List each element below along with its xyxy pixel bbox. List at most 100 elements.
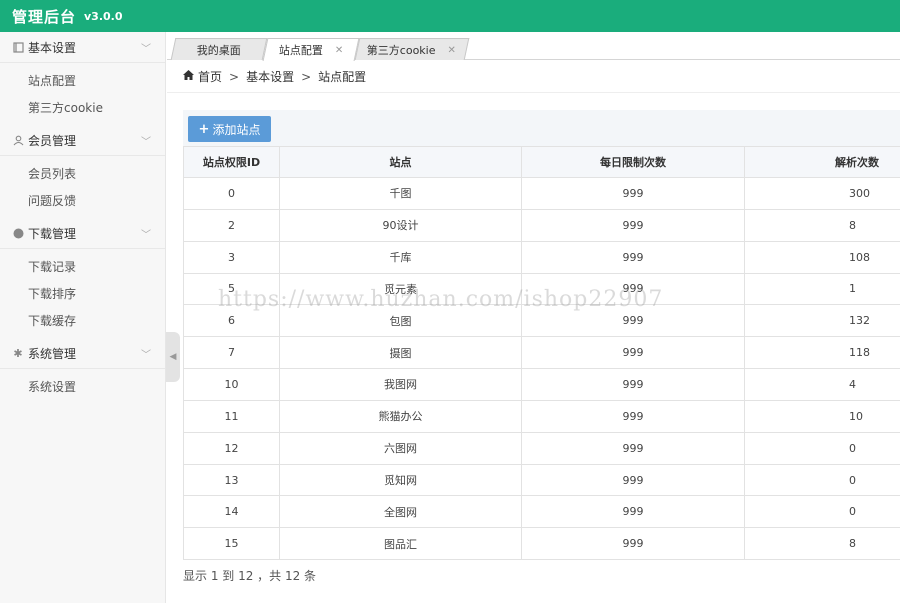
add-site-button[interactable]: + 添加站点 xyxy=(188,116,271,142)
cell-site-id: 0 xyxy=(183,177,280,210)
site-table: 站点权限ID 站点 每日限制次数 解析次数 0 千图 999 300 2 90设计 999 8… xyxy=(183,146,900,561)
table-row[interactable]: 5 觅元素 999 1 xyxy=(183,272,900,306)
table-row[interactable]: 13 觅知网 999 0 xyxy=(183,463,900,497)
cell-site-id: 13 xyxy=(183,463,280,497)
close-icon[interactable]: ✕ xyxy=(335,45,343,56)
cell-site-id: 2 xyxy=(183,208,280,242)
cell-site-name: 90设计 xyxy=(279,208,522,242)
cell-daily-limit: 999 xyxy=(521,463,745,497)
sidebar-group-basic-settings[interactable]: 基本设置 ﹀ xyxy=(0,32,165,63)
cell-parse-count: 0 xyxy=(744,463,900,497)
sidebar-item-member-list[interactable]: 会员列表 xyxy=(0,160,165,187)
user-icon xyxy=(12,134,24,146)
sidebar-group-system-management[interactable]: ✱ 系统管理 ﹀ xyxy=(0,338,165,369)
breadcrumb-separator: > xyxy=(301,69,312,84)
cell-daily-limit: 999 xyxy=(521,208,745,242)
chevron-left-icon: ◀ xyxy=(169,352,177,362)
cell-site-name: 千图 xyxy=(279,177,522,210)
sidebar-group-label: 会员管理 xyxy=(28,133,77,148)
cell-parse-count: 4 xyxy=(744,368,900,401)
cell-site-name: 包图 xyxy=(279,304,522,338)
column-header-site-id[interactable]: 站点权限ID xyxy=(183,146,280,178)
gear-icon: ✱ xyxy=(13,346,23,360)
table-row[interactable]: 10 我图网 999 4 xyxy=(183,368,900,401)
cell-parse-count: 108 xyxy=(744,240,900,274)
app-version: v3.0.0 xyxy=(84,9,123,23)
tab-bar: 我的桌面 站点配置 ✕ 第三方cookie ✕ xyxy=(167,32,900,61)
chevron-down-icon: ﹀ xyxy=(141,229,151,241)
cell-site-name: 六图网 xyxy=(279,431,522,465)
chevron-down-icon: ﹀ xyxy=(141,43,151,55)
pagination-info: 显示 1 到 12 ，共 12 条 xyxy=(183,569,317,583)
cell-site-id: 10 xyxy=(183,368,280,401)
add-site-label: 添加站点 xyxy=(212,122,261,137)
cell-daily-limit: 999 xyxy=(521,177,745,210)
cell-site-name: 千库 xyxy=(279,240,522,274)
table-row[interactable]: 12 六图网 999 0 xyxy=(183,431,900,465)
cell-site-id: 6 xyxy=(183,304,280,338)
table-row[interactable]: 2 90设计 999 8 xyxy=(183,208,900,242)
chevron-down-icon: ﹀ xyxy=(141,349,151,361)
sidebar-group-label: 下载管理 xyxy=(28,226,77,241)
cell-site-name: 熊猫办公 xyxy=(279,399,522,433)
table-row[interactable]: 11 熊猫办公 999 10 xyxy=(183,399,900,433)
cell-parse-count: 118 xyxy=(744,336,900,370)
table-toolbar: + 添加站点 xyxy=(183,110,900,146)
sidebar-item-site-config[interactable]: 站点配置 xyxy=(0,67,165,94)
sidebar-collapse-handle[interactable]: ◀ xyxy=(166,332,180,382)
table-row[interactable]: 7 摄图 999 118 xyxy=(183,336,900,370)
cell-site-name: 摄图 xyxy=(279,336,522,370)
cell-daily-limit: 999 xyxy=(521,336,745,370)
table-row[interactable]: 0 千图 999 300 xyxy=(183,177,900,210)
breadcrumb-separator: > xyxy=(229,69,240,84)
cell-site-id: 12 xyxy=(183,431,280,465)
sidebar-item-download-ranking[interactable]: 下载排序 xyxy=(0,280,165,307)
sidebar-item-feedback[interactable]: 问题反馈 xyxy=(0,187,165,214)
sidebar-group-member-management[interactable]: 会员管理 ﹀ xyxy=(0,125,165,156)
breadcrumb-level2: 站点配置 xyxy=(318,70,367,84)
tab-my-desktop[interactable]: 我的桌面 xyxy=(170,38,268,60)
table-row[interactable]: 3 千库 999 108 xyxy=(183,240,900,274)
sidebar: 基本设置 ﹀ 站点配置 第三方cookie 会员管理 ﹀ 会员列表 问题反馈 下… xyxy=(0,32,166,603)
close-icon[interactable]: ✕ xyxy=(448,44,456,55)
cell-parse-count: 1 xyxy=(744,272,900,306)
column-header-site[interactable]: 站点 xyxy=(279,146,522,178)
table-row[interactable]: 15 图品汇 999 8 xyxy=(183,527,900,561)
cell-parse-count: 132 xyxy=(744,304,900,338)
cell-site-name: 觅知网 xyxy=(279,463,522,497)
cell-daily-limit: 999 xyxy=(521,304,745,338)
cell-site-id: 14 xyxy=(183,495,280,529)
tab-site-config[interactable]: 站点配置 ✕ xyxy=(262,38,360,61)
cell-parse-count: 0 xyxy=(744,431,900,465)
sidebar-item-third-party-cookie[interactable]: 第三方cookie xyxy=(0,94,165,121)
cell-site-name: 图品汇 xyxy=(279,527,522,561)
cell-site-name: 全图网 xyxy=(279,495,522,529)
table-row[interactable]: 6 包图 999 132 xyxy=(183,304,900,338)
cell-daily-limit: 999 xyxy=(521,527,745,561)
tab-label: 第三方cookie xyxy=(367,43,437,57)
cell-parse-count: 10 xyxy=(744,399,900,433)
sidebar-item-download-cache[interactable]: 下载缓存 xyxy=(0,307,165,334)
table-row[interactable]: 14 全图网 999 0 xyxy=(183,495,900,529)
breadcrumb-level1[interactable]: 基本设置 xyxy=(246,68,294,85)
sidebar-group-label: 基本设置 xyxy=(28,40,77,55)
cell-site-id: 5 xyxy=(183,272,280,306)
home-icon xyxy=(183,70,194,83)
download-icon xyxy=(12,227,24,239)
cell-site-id: 3 xyxy=(183,240,280,274)
column-header-parse-count[interactable]: 解析次数 xyxy=(744,146,900,178)
table-header-row: 站点权限ID 站点 每日限制次数 解析次数 xyxy=(183,146,900,178)
plus-icon: + xyxy=(198,121,210,137)
book-icon xyxy=(12,41,24,53)
sidebar-item-download-records[interactable]: 下载记录 xyxy=(0,253,165,280)
tab-third-party-cookie[interactable]: 第三方cookie ✕ xyxy=(354,38,470,60)
breadcrumb: 首页 > 基本设置 > 站点配置 xyxy=(167,61,900,93)
cell-daily-limit: 999 xyxy=(521,431,745,465)
column-header-daily-limit[interactable]: 每日限制次数 xyxy=(521,146,745,178)
sidebar-item-system-settings[interactable]: 系统设置 xyxy=(0,373,165,400)
sidebar-group-label: 系统管理 xyxy=(28,346,77,361)
cell-site-id: 11 xyxy=(183,399,280,433)
breadcrumb-home[interactable]: 首页 xyxy=(198,68,222,85)
sidebar-group-download-management[interactable]: 下载管理 ﹀ xyxy=(0,218,165,249)
tab-label: 我的桌面 xyxy=(196,43,241,57)
